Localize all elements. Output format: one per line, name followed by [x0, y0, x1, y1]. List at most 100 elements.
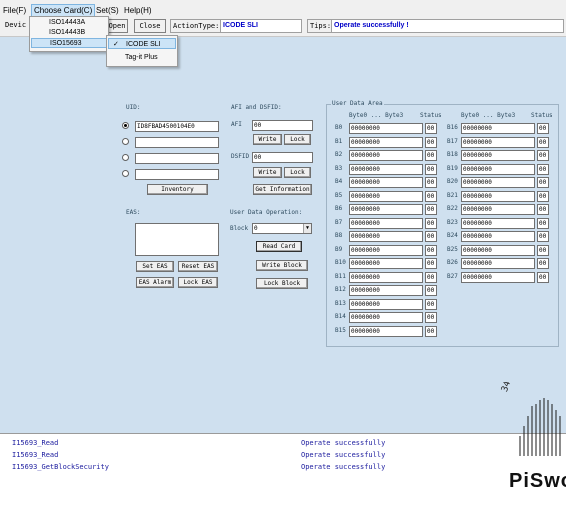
block-data-b9[interactable]: 00000000 [349, 244, 423, 256]
block-status-b17[interactable]: 00 [537, 136, 549, 148]
menu-item-iso14443b[interactable]: ISO14443B [31, 28, 107, 38]
check-icon: ✓ [113, 41, 119, 48]
block-status-b26[interactable]: 00 [537, 258, 549, 269]
block-data-b4[interactable]: 00000000 [349, 177, 423, 188]
uid-field-4[interactable] [135, 169, 219, 180]
block-status-b12[interactable]: 00 [425, 285, 437, 296]
block-label-b11: B11 [335, 272, 346, 280]
menu-item-iso14443a[interactable]: ISO14443A [31, 18, 107, 28]
lock-block-button[interactable]: Lock Block [256, 278, 308, 289]
block-data-b1[interactable]: 00000000 [349, 136, 423, 148]
uid-field-1[interactable]: ID8FBAD4500104E0 [135, 121, 219, 132]
block-status-b20[interactable]: 00 [537, 177, 549, 188]
block-label-b9: B9 [335, 245, 343, 253]
set-eas-button[interactable]: Set EAS [136, 261, 174, 272]
block-data-b19[interactable]: 00000000 [461, 163, 535, 175]
menu-item-iso15693[interactable]: ISO15693 [31, 38, 107, 48]
block-status-b11[interactable]: 00 [425, 271, 437, 283]
block-status-b5[interactable]: 00 [425, 190, 437, 202]
write-block-button[interactable]: Write Block [256, 260, 308, 271]
block-status-b2[interactable]: 00 [425, 150, 437, 161]
work-area: UID: ID8FBAD4500104E0 Inventory AFI and … [0, 37, 566, 433]
block-data-b11[interactable]: 00000000 [349, 271, 423, 283]
block-status-b14[interactable]: 00 [425, 312, 437, 323]
block-select[interactable]: 0 ▼ [252, 223, 312, 234]
block-data-b6[interactable]: 00000000 [349, 204, 423, 215]
block-status-b9[interactable]: 00 [425, 244, 437, 256]
block-data-b14[interactable]: 00000000 [349, 312, 423, 323]
eas-textarea[interactable] [135, 223, 219, 256]
menu-set[interactable]: Set(S) [96, 6, 119, 16]
block-label-b0: B0 [335, 124, 343, 131]
log-result: Operate successfully [301, 463, 386, 471]
block-status-b0[interactable]: 00 [425, 123, 437, 134]
block-status-b6[interactable]: 00 [425, 204, 437, 215]
block-status-b13[interactable]: 00 [425, 298, 437, 310]
chevron-down-icon[interactable]: ▼ [303, 224, 311, 233]
block-status-b10[interactable]: 00 [425, 258, 437, 269]
block-status-b24[interactable]: 00 [537, 231, 549, 242]
block-data-b26[interactable]: 00000000 [461, 258, 535, 269]
dsfid-field[interactable]: 00 [252, 152, 313, 163]
get-information-button[interactable]: Get Information [253, 184, 312, 195]
block-data-b21[interactable]: 00000000 [461, 190, 535, 202]
uid-radio-4[interactable] [122, 170, 129, 177]
block-data-b7[interactable]: 00000000 [349, 217, 423, 229]
menu-choose-card[interactable]: Choose Card(C) [30, 4, 96, 17]
block-status-b25[interactable]: 00 [537, 244, 549, 256]
afi-field[interactable]: 00 [252, 120, 313, 131]
block-status-b27[interactable]: 00 [537, 271, 549, 283]
block-status-b4[interactable]: 00 [425, 177, 437, 188]
uid-radio-2[interactable] [122, 138, 129, 145]
afi-lock-button[interactable]: Lock [284, 134, 311, 145]
block-data-b23[interactable]: 00000000 [461, 217, 535, 229]
dsfid-write-button[interactable]: Write [253, 167, 282, 178]
block-status-b18[interactable]: 00 [537, 150, 549, 161]
afi-write-button[interactable]: Write [253, 134, 282, 145]
block-data-b24[interactable]: 00000000 [461, 231, 535, 242]
menu-file[interactable]: File(F) [3, 6, 26, 16]
block-data-b27[interactable]: 00000000 [461, 271, 535, 283]
block-status-b3[interactable]: 00 [425, 163, 437, 175]
block-data-b0[interactable]: 00000000 [349, 123, 423, 134]
submenu-item-icode-sli[interactable]: ✓ ICODE SLI [108, 38, 176, 49]
dsfid-lock-button[interactable]: Lock [284, 167, 311, 178]
block-data-b10[interactable]: 00000000 [349, 258, 423, 269]
block-status-b1[interactable]: 00 [425, 136, 437, 148]
block-status-b7[interactable]: 00 [425, 217, 437, 229]
block-status-b21[interactable]: 00 [537, 190, 549, 202]
block-data-b2[interactable]: 00000000 [349, 150, 423, 161]
reset-eas-button[interactable]: Reset EAS [178, 261, 218, 272]
block-data-b8[interactable]: 00000000 [349, 231, 423, 242]
block-status-b22[interactable]: 00 [537, 204, 549, 215]
block-status-b19[interactable]: 00 [537, 163, 549, 175]
inventory-button[interactable]: Inventory [147, 184, 208, 195]
uid-field-3[interactable] [135, 153, 219, 164]
uid-field-2[interactable] [135, 137, 219, 148]
block-data-b20[interactable]: 00000000 [461, 177, 535, 188]
block-data-b16[interactable]: 00000000 [461, 123, 535, 134]
block-status-b8[interactable]: 00 [425, 231, 437, 242]
uid-radio-3[interactable] [122, 154, 129, 161]
block-data-b3[interactable]: 00000000 [349, 163, 423, 175]
block-data-b25[interactable]: 00000000 [461, 244, 535, 256]
block-data-b12[interactable]: 00000000 [349, 285, 423, 296]
open-button[interactable]: Open [106, 19, 128, 33]
block-data-b22[interactable]: 00000000 [461, 204, 535, 215]
submenu-item-tag-it-plus[interactable]: Tag-it Plus [108, 52, 176, 63]
block-data-b5[interactable]: 00000000 [349, 190, 423, 202]
read-card-button[interactable]: Read Card [256, 241, 302, 252]
menu-help[interactable]: Help(H) [124, 6, 152, 16]
block-data-b17[interactable]: 00000000 [461, 136, 535, 148]
uid-radio-1[interactable] [122, 122, 129, 129]
lock-eas-button[interactable]: Lock EAS [178, 277, 218, 288]
block-status-b15[interactable]: 00 [425, 325, 437, 337]
eas-alarm-button[interactable]: EAS Alarm [136, 277, 174, 288]
block-data-b18[interactable]: 00000000 [461, 150, 535, 161]
block-data-b13[interactable]: 00000000 [349, 298, 423, 310]
block-data-b15[interactable]: 00000000 [349, 325, 423, 337]
submenu-item-label: ICODE SLI [126, 41, 161, 48]
block-status-b16[interactable]: 00 [537, 123, 549, 134]
block-status-b23[interactable]: 00 [537, 217, 549, 229]
close-button[interactable]: Close [134, 19, 166, 33]
